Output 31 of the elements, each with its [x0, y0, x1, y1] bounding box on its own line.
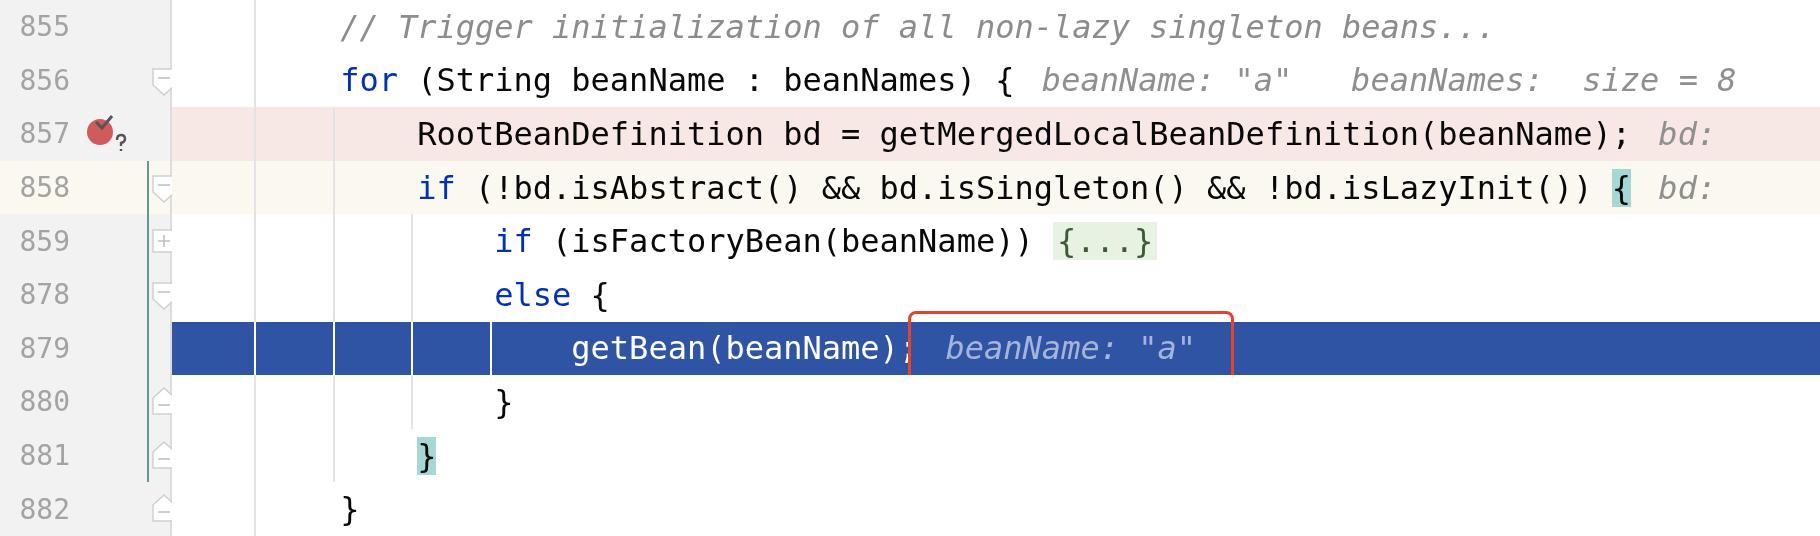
matched-brace: {	[1611, 168, 1631, 207]
code-text: RootBeanDefinition bd = getMergedLocalBeanDefinition(beanName);	[417, 115, 1631, 153]
line-number: 857	[18, 117, 70, 151]
inline-value-hint: beanName: "a"	[1041, 61, 1293, 100]
line-number: 856	[18, 63, 70, 97]
line-number: 880	[18, 385, 70, 419]
code-keyword: else	[494, 275, 572, 314]
code-text: (!bd.isAbstract() && bd.isSingleton() && !bd.isLazyInit())	[474, 168, 1594, 207]
line-number: 878	[18, 278, 70, 312]
line-number: 855	[18, 10, 70, 44]
code-text: (isFactoryBean(beanName))	[551, 222, 1035, 261]
line-number: 879	[18, 331, 70, 365]
code-text: }	[494, 382, 514, 421]
inline-value-hint: beanName: "a"	[945, 329, 1196, 368]
code-text: getBean(beanName);	[571, 329, 919, 368]
code-text: (String beanName : beanNames) {	[416, 61, 1015, 100]
code-keyword: if	[494, 222, 533, 261]
line-number: 859	[18, 224, 70, 258]
code-keyword: if	[417, 168, 456, 207]
inline-value-hint: bd:	[1658, 168, 1717, 207]
code-text: {	[589, 275, 610, 314]
inline-value-hint: bd:	[1658, 115, 1717, 153]
line-number: 882	[18, 492, 70, 526]
code-keyword: for	[340, 61, 398, 100]
line-number: 858	[18, 171, 70, 205]
code-text: }	[340, 490, 360, 529]
line-number: 881	[18, 439, 70, 473]
matched-brace: }	[417, 436, 437, 475]
code-comment: // Trigger initialization of all non-lazy singleton beans...	[340, 7, 1497, 46]
inline-value-hint: beanNames: size = 8	[1351, 61, 1737, 100]
folded-code[interactable]: {...}	[1052, 222, 1158, 261]
